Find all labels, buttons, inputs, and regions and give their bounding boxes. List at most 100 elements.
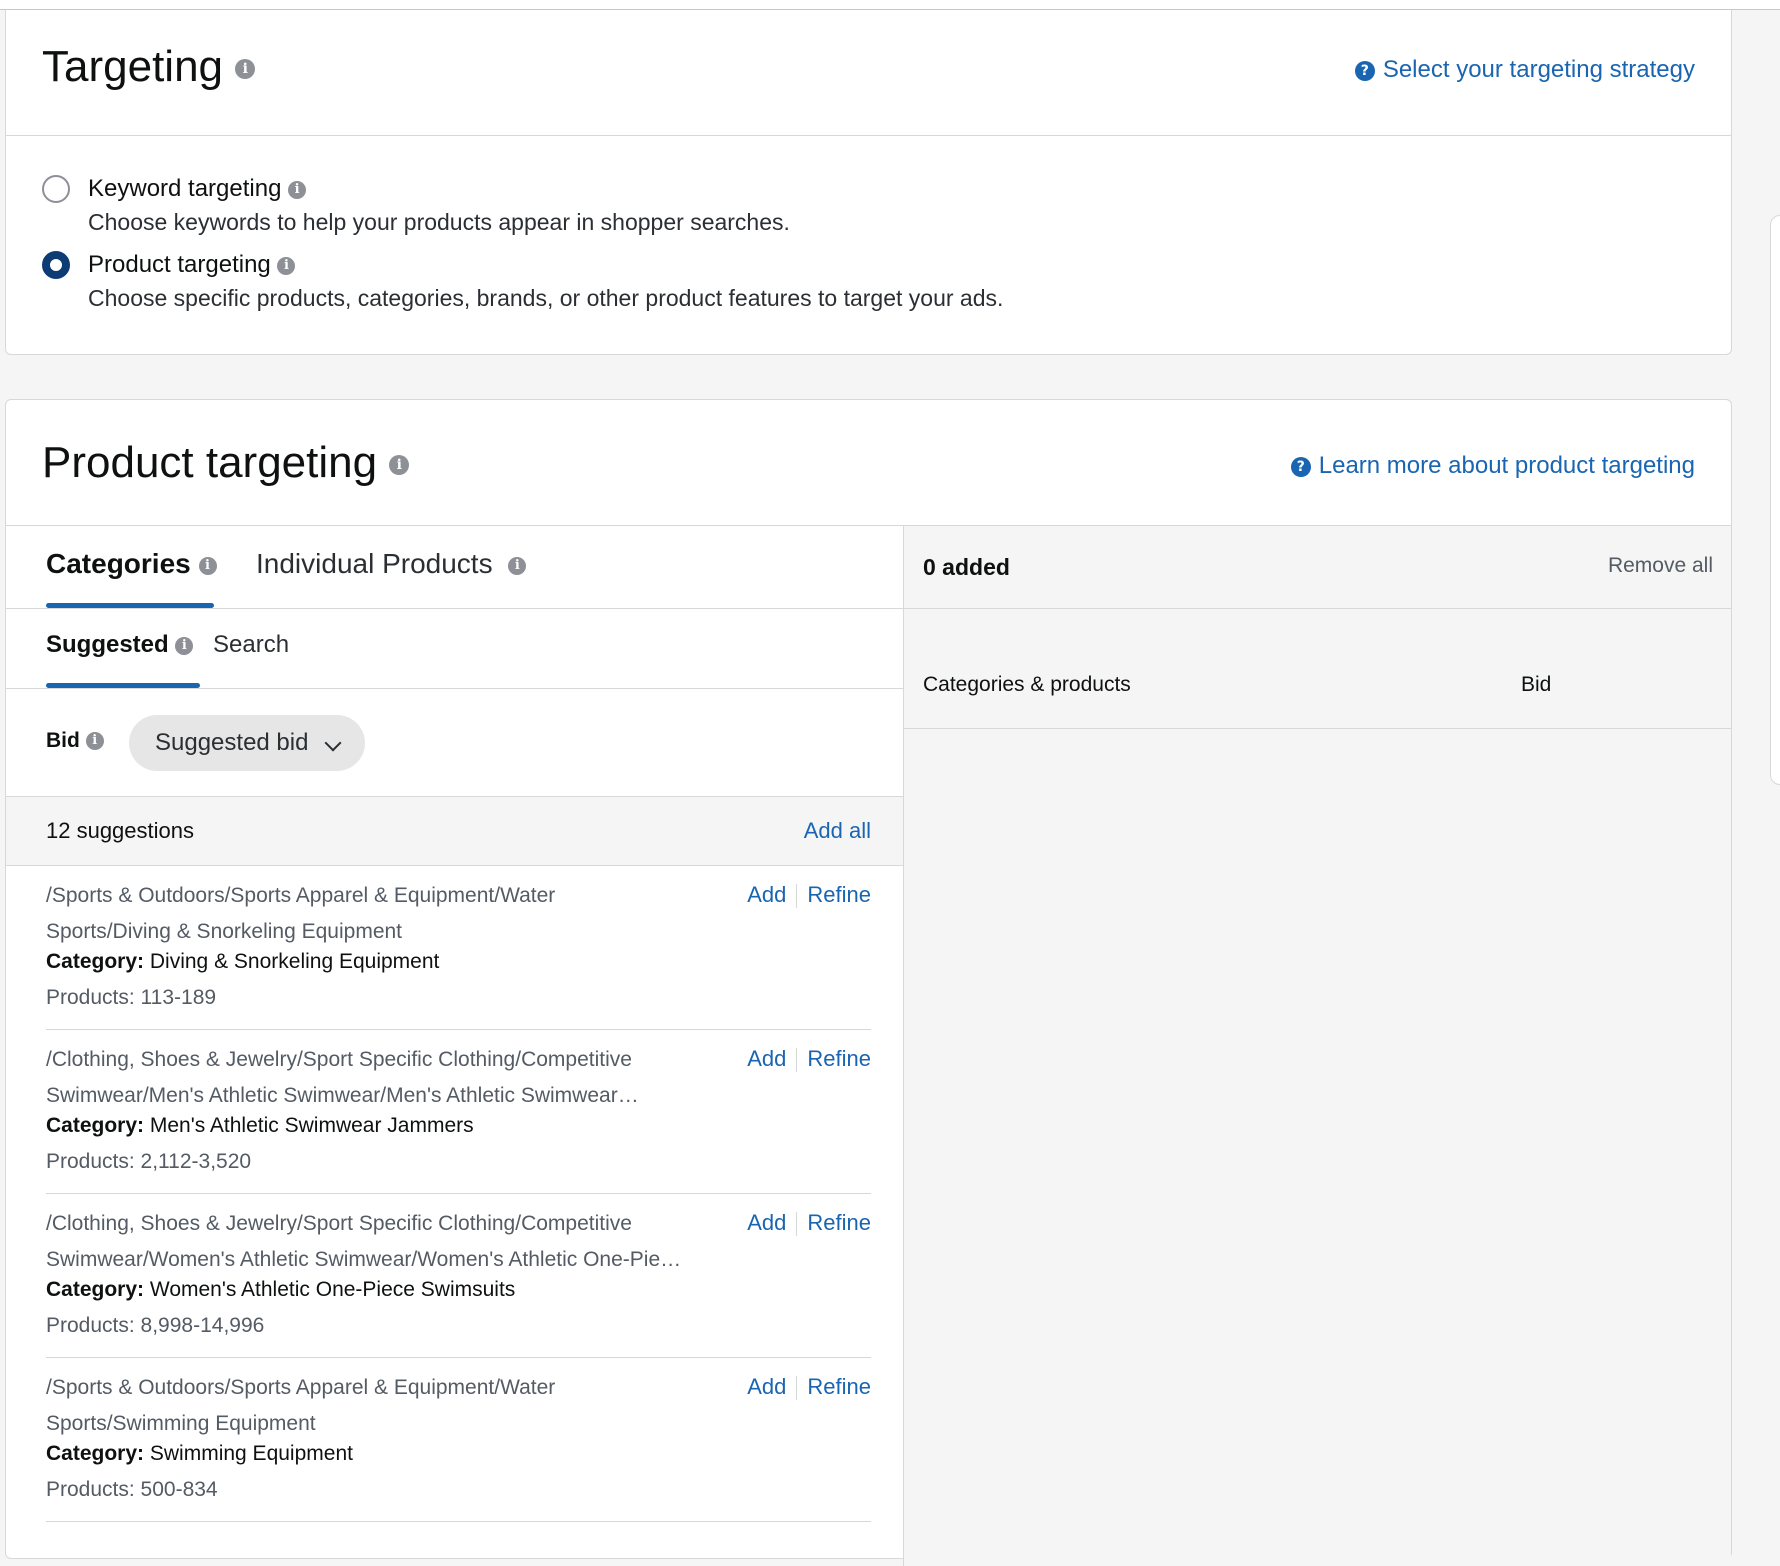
targeting-title: Targeting i [42, 42, 256, 92]
suggestions-header: 12 suggestions Add all [6, 797, 903, 866]
top-border [0, 0, 1780, 10]
product-targeting-title-text: Product targeting [42, 438, 378, 487]
refine-button[interactable]: Refine [807, 1046, 871, 1071]
info-icon[interactable]: i [277, 256, 296, 275]
product-targeting-label-text: Product targeting [88, 251, 271, 278]
info-icon[interactable]: i [235, 59, 256, 80]
added-table-header: Categories & products Bid [904, 609, 1731, 729]
learn-more-text: Learn more about product targeting [1318, 452, 1695, 479]
keyword-targeting-label-text: Keyword targeting [88, 175, 282, 202]
suggestions-list: /Sports & Outdoors/Sports Apparel & Equi… [6, 866, 903, 1522]
divider [796, 1376, 798, 1401]
suggestions-panel: Categories i Individual Products i Sugge… [6, 526, 904, 1566]
category-name: Category: Women's Athletic One-Piece Swi… [46, 1278, 515, 1302]
category-value: Men's Athletic Swimwear Jammers [149, 1114, 474, 1137]
learn-more-product-targeting-link[interactable]: ? Learn more about product targeting [1290, 452, 1695, 480]
row-actions: Add Refine [747, 1210, 871, 1237]
category-prefix: Category: [46, 950, 145, 973]
add-button[interactable]: Add [747, 1374, 786, 1399]
add-all-button[interactable]: Add all [804, 818, 871, 844]
info-icon[interactable]: i [198, 556, 217, 575]
info-icon[interactable]: i [508, 556, 527, 575]
targeting-card: Targeting i ? Select your targeting strat… [5, 10, 1732, 355]
product-targeting-card: Product targeting i ? Learn more about pr… [5, 399, 1732, 1566]
category-prefix: Category: [46, 1442, 145, 1465]
chevron-down-icon [324, 734, 342, 752]
list-item: /Clothing, Shoes & Jewelry/Sport Specifi… [46, 1194, 871, 1358]
targeting-title-text: Targeting [42, 42, 224, 91]
info-icon[interactable]: i [175, 636, 194, 655]
product-targeting-description: Choose specific products, categories, br… [88, 285, 1004, 311]
keyword-targeting-description: Choose keywords to help your products ap… [88, 209, 790, 235]
list-item: /Sports & Outdoors/Sports Apparel & Equi… [46, 866, 871, 1030]
tab-individual-products-label: Individual Products [256, 548, 493, 579]
row-actions: Add Refine [747, 1046, 871, 1073]
bid-type-value: Suggested bid [155, 729, 309, 756]
added-targets-panel: 0 added Remove all Categories & products… [904, 526, 1731, 1566]
suggestions-count: 12 suggestions [46, 818, 194, 843]
refine-button[interactable]: Refine [807, 1374, 871, 1399]
divider [796, 1048, 798, 1073]
category-prefix: Category: [46, 1278, 145, 1301]
refine-button[interactable]: Refine [807, 882, 871, 907]
product-targeting-title: Product targeting i [42, 438, 410, 488]
bid-label: Bid i [46, 729, 104, 753]
tab-categories-label: Categories [46, 548, 191, 579]
category-value: Women's Athletic One-Piece Swimsuits [149, 1278, 516, 1301]
column-header-categories-products: Categories & products [923, 673, 1131, 696]
category-path: /Sports & Outdoors/Sports Apparel & Equi… [46, 884, 556, 943]
active-subtab-indicator [46, 683, 200, 688]
list-item: /Sports & Outdoors/Sports Apparel & Equi… [46, 1358, 871, 1522]
product-count: Products: 500-834 [46, 1478, 218, 1501]
targeting-tabs: Categories i Individual Products i [6, 526, 903, 609]
side-panel-edge[interactable] [1770, 215, 1780, 785]
info-icon[interactable]: i [85, 732, 104, 751]
category-name: Category: Swimming Equipment [46, 1442, 353, 1466]
row-actions: Add Refine [747, 882, 871, 909]
suggestion-subtabs: Suggested i Search [6, 609, 903, 689]
product-targeting-header: Product targeting i ? Learn more about pr… [6, 400, 1731, 526]
add-button[interactable]: Add [747, 1046, 786, 1071]
list-item: /Clothing, Shoes & Jewelry/Sport Specifi… [46, 1030, 871, 1194]
help-icon: ? [1290, 457, 1311, 477]
add-button[interactable]: Add [747, 882, 786, 907]
divider [796, 1212, 798, 1237]
product-targeting-radio[interactable] [42, 251, 70, 279]
category-name: Category: Diving & Snorkeling Equipment [46, 950, 439, 974]
bid-label-text: Bid [46, 729, 80, 752]
info-icon[interactable]: i [389, 455, 410, 476]
added-header: 0 added Remove all [904, 526, 1731, 609]
subtab-suggested-label: Suggested [46, 631, 169, 658]
divider [796, 884, 798, 909]
row-actions: Add Refine [747, 1374, 871, 1401]
tab-individual-products[interactable]: Individual Products i [256, 548, 527, 580]
category-path: /Clothing, Shoes & Jewelry/Sport Specifi… [46, 1212, 683, 1271]
category-value: Diving & Snorkeling Equipment [149, 950, 440, 973]
category-value: Swimming Equipment [149, 1442, 353, 1465]
keyword-targeting-label[interactable]: Keyword targeting i [88, 175, 307, 203]
product-count: Products: 2,112-3,520 [46, 1150, 252, 1173]
bid-type-dropdown[interactable]: Suggested bid [129, 715, 365, 771]
category-name: Category: Men's Athletic Swimwear Jammer… [46, 1114, 474, 1138]
help-icon: ? [1354, 61, 1375, 81]
subtab-search[interactable]: Search [213, 631, 289, 659]
product-targeting-label[interactable]: Product targeting i [88, 251, 296, 279]
column-header-bid: Bid [1521, 673, 1552, 696]
refine-button[interactable]: Refine [807, 1210, 871, 1235]
subtab-suggested[interactable]: Suggested i [46, 631, 194, 659]
category-prefix: Category: [46, 1114, 145, 1137]
active-tab-indicator [46, 603, 214, 608]
bid-row: Bid i Suggested bid [6, 689, 903, 797]
product-count: Products: 113-189 [46, 986, 217, 1009]
targeting-header: Targeting i ? Select your targeting strat… [6, 10, 1731, 136]
info-icon[interactable]: i [288, 180, 307, 199]
tab-categories[interactable]: Categories i [46, 548, 217, 580]
keyword-targeting-radio[interactable] [42, 175, 70, 203]
added-count: 0 added [923, 554, 1010, 580]
product-count: Products: 8,998-14,996 [46, 1314, 265, 1337]
select-targeting-strategy-text: Select your targeting strategy [1382, 56, 1695, 83]
category-path: /Sports & Outdoors/Sports Apparel & Equi… [46, 1376, 556, 1435]
select-targeting-strategy-link[interactable]: ? Select your targeting strategy [1354, 56, 1695, 84]
add-button[interactable]: Add [747, 1210, 786, 1235]
remove-all-button[interactable]: Remove all [1608, 554, 1713, 578]
